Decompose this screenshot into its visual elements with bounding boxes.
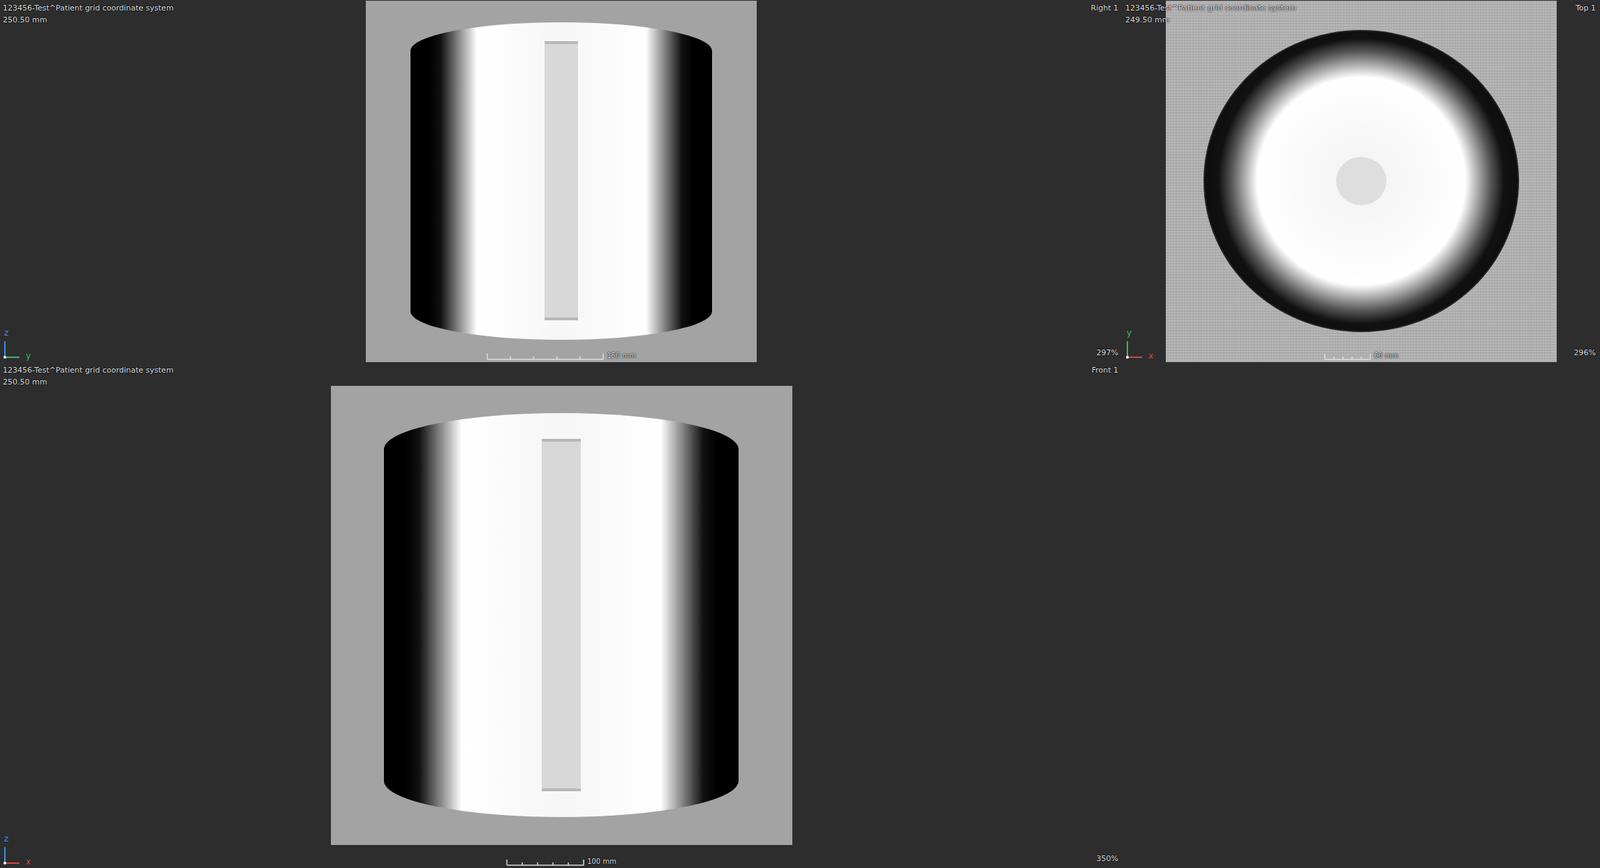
phantom-disc [1203,30,1520,333]
patient-title: 123456-Test^Patient grid coordinate syst… [1125,2,1297,14]
field-size: 250.50 mm [2,14,174,26]
scale-label: 100 mm [587,857,617,867]
axes-icon [2,338,24,360]
empty-viewport[interactable] [1122,362,1600,868]
axis-label: z [4,834,9,844]
zoom-level: 296% [1574,347,1596,359]
scale-bar: 60 mm [1324,351,1399,361]
viewport-info: 123456-Test^Patient grid coordinate syst… [2,2,174,26]
viewport[interactable]: 123456-Test^Patient grid coordinate syst… [1122,0,1600,363]
viewport-name: Top 1 [1575,2,1596,14]
axis-label: z [4,328,9,338]
axes-icon [1125,338,1147,360]
axes-icon [2,844,24,866]
scale-ruler-icon [1324,353,1372,361]
phantom-core [1336,157,1387,206]
scale-label: 60 mm [1373,351,1399,361]
axis-label: x [25,857,31,868]
phantom-rod [544,41,578,321]
side-image[interactable] [365,0,757,363]
viewport[interactable]: 123456-Test^Patient grid coordinate syst… [0,362,1123,868]
scale-label: 150 mm [606,351,636,361]
viewport-name: Front 1 [1091,365,1119,376]
patient-title: 123456-Test^Patient grid coordinate syst… [2,365,174,376]
zoom-level: 297% [1096,347,1119,359]
field-size: 250.50 mm [2,376,174,388]
scale-bar: 150 mm [486,351,636,361]
scale-bar: 100 mm [506,857,617,867]
phantom-cylinder [383,413,740,818]
viewport-name: Right 1 [1091,2,1119,14]
viewport[interactable]: 123456-Test^Patient grid coordinate syst… [0,0,1123,363]
viewport-info: 123456-Test^Patient grid coordinate syst… [2,365,174,388]
viewer: 123456-Test^Patient grid coordinate syst… [0,0,1600,868]
viewport-info: 123456-Test^Patient grid coordinate syst… [1125,2,1297,26]
top-image[interactable] [1165,0,1557,363]
phantom-cylinder [410,22,712,341]
axis-label: y [1126,328,1132,338]
axis-label: y [25,351,31,361]
orientation-axes: zx [2,834,37,868]
phantom-rod [541,439,581,793]
field-size: 249.50 mm [1125,14,1297,26]
scale-ruler-icon [506,859,585,867]
orientation-axes: yx [1125,328,1159,361]
side-image[interactable] [330,386,793,846]
zoom-level: 350% [1096,853,1119,865]
axis-label: x [1148,351,1154,361]
orientation-axes: zy [2,328,37,361]
patient-title: 123456-Test^Patient grid coordinate syst… [2,2,174,14]
scale-ruler-icon [486,353,604,361]
